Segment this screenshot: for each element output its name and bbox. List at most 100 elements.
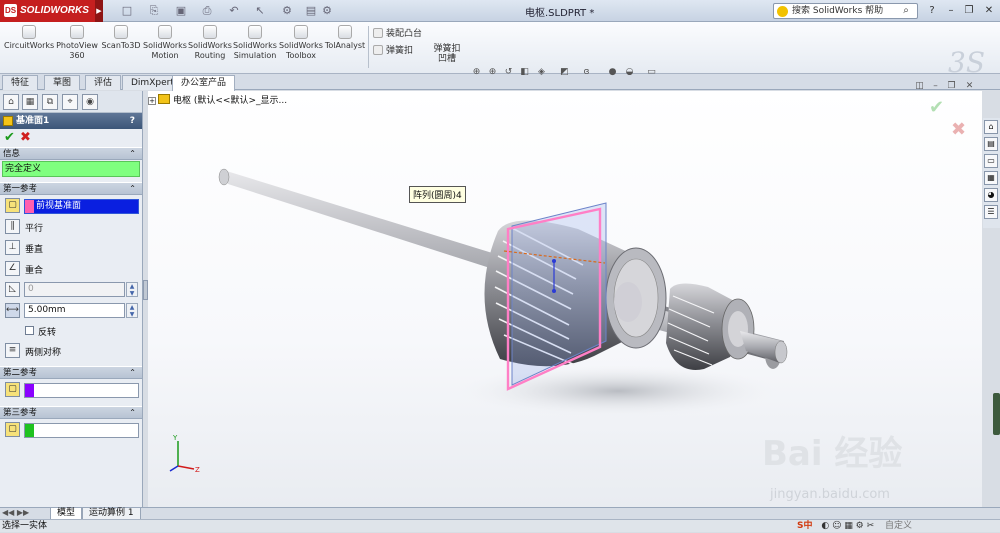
options-icon[interactable]: ⚙ [320,4,334,18]
dimxpert-manager-icon[interactable]: ⌖ [62,94,78,110]
new-document-icon[interactable]: □ [120,4,134,18]
collapse-icon[interactable]: ⌃ [129,407,136,419]
scanto3d-icon [114,25,128,39]
open-document-icon[interactable]: ⎘ [147,4,161,18]
perpendicular-option[interactable]: ⊥ 垂直 [0,237,142,258]
tab-sketch[interactable]: 草图 [44,75,81,90]
flip-checkbox[interactable] [25,326,34,335]
file-explorer-icon[interactable]: ▭ [984,154,998,168]
routing-button[interactable]: SolidWorks Routing [188,25,232,61]
collapse-icon[interactable]: ⌃ [129,148,136,160]
parallel-icon: ∥ [5,219,20,234]
hide-show-icon[interactable]: ɞ [581,67,592,78]
tab-office-products[interactable]: 办公室产品 [172,75,236,91]
document-title: 电枢.SLDPRT * [525,8,595,19]
resources-icon[interactable]: ⌂ [984,120,998,134]
display-style-icon[interactable]: ◩ [559,67,570,78]
close-icon[interactable]: ✕ [982,4,996,18]
section-title: 第三参考 [3,408,38,418]
ime-indicator[interactable]: S中 [797,521,812,531]
cmd-label: 弹簧扣 [386,46,414,56]
bottom-tabs: ◀◀ ▶▶ 模型 运动算例 1 [0,507,1000,520]
circuitworks-button[interactable]: CircuitWorks [4,25,54,51]
coincident-option[interactable]: ∠ 重合 [0,258,142,279]
file-properties-icon[interactable]: ▤ [304,4,318,18]
custom-properties-icon[interactable]: ☰ [984,205,998,219]
baidu-watermark: Bai 经验 [762,434,903,474]
restore-icon[interactable]: ❐ [962,4,976,18]
option-label: 平行 [25,224,44,234]
undo-icon[interactable]: ↶ [227,4,241,18]
view-palette-icon[interactable]: ▦ [984,171,998,185]
svg-text:Y: Y [172,434,178,442]
parallel-option[interactable]: ∥ 平行 [0,216,142,237]
property-manager-icon[interactable]: ▦ [22,94,38,110]
search-icon[interactable]: ⌕ [899,4,913,18]
help-icon[interactable]: ? [925,4,939,18]
section-title: 信息 [3,149,21,159]
tolanalyst-button[interactable]: TolAnalyst [324,25,366,51]
flip-row: 反转 [0,321,142,340]
cmd-label: 弹簧扣 凹槽 [433,44,461,64]
design-library-icon[interactable]: ▤ [984,137,998,151]
symmetric-option[interactable]: ≡ 两侧对称 [0,340,142,361]
display-manager-icon[interactable]: ◉ [82,94,98,110]
tab-features[interactable]: 特征 [2,75,39,90]
tab-evaluate[interactable]: 评估 [85,75,122,90]
select-arrow-icon[interactable]: ↖ [253,4,267,18]
toolbox-button[interactable]: SolidWorks Toolbox [279,25,323,61]
solidworks-logo[interactable]: DS SOLIDWORKS [0,0,95,22]
datum-plane-preview[interactable] [503,202,607,391]
third-reference-header[interactable]: 第三参考 ⌃ [0,406,142,419]
second-reference-header[interactable]: 第二参考 ⌃ [0,366,142,379]
routing-icon [203,25,217,39]
rebuild-icon[interactable]: ⚙ [280,4,294,18]
third-reference-selection[interactable] [24,423,139,438]
section-title: 第一参考 [3,184,38,194]
first-reference-header[interactable]: 第一参考 ⌃ [0,182,142,195]
side-scroll-tab[interactable] [993,393,1000,435]
help-button[interactable]: ? [130,113,135,129]
feature-manager-icon[interactable]: ⌂ [3,94,19,110]
info-section-header[interactable]: 信息 ⌃ [0,147,142,160]
scanto3d-button[interactable]: ScanTo3D [100,25,142,51]
snap-hook-groove-button[interactable]: 弹簧扣 凹槽 [428,44,466,64]
distance-spinner-icon[interactable]: ▲ ▼ [126,303,138,318]
snap-hook-button[interactable]: 弹簧扣 [373,43,413,56]
section-view-icon[interactable]: ◧ [519,67,530,78]
zoom-to-fit-icon[interactable]: ⊕ [471,67,482,78]
save-icon[interactable]: ▣ [174,4,188,18]
menu-expand-arrow-icon[interactable]: ▶ [95,0,103,22]
angle-spinner-icon[interactable]: ▲ ▼ [126,282,138,297]
assemble-boss-button[interactable]: 装配凸台 [373,26,422,39]
tab-scroll-arrows-icon[interactable]: ◀◀ ▶▶ [2,508,29,517]
minimize-icon[interactable]: – [944,4,958,18]
ok-icon[interactable]: ✔ [4,130,15,145]
cancel-icon[interactable]: ✖ [20,130,31,145]
angle-icon[interactable]: ◺ [5,282,20,297]
view-settings-icon[interactable]: ▭ [646,67,657,78]
configuration-manager-icon[interactable]: ⧉ [42,94,58,110]
appearances-icon[interactable]: ◕ [984,188,998,202]
collapse-icon[interactable]: ⌃ [129,367,136,379]
help-search-input[interactable]: 搜索 SolidWorks 帮助 [773,3,918,19]
view-orientation-icon[interactable]: ◈ [536,67,547,78]
previous-view-icon[interactable]: ↺ [503,67,514,78]
simulation-button[interactable]: SolidWorks Simulation [233,25,277,61]
pattern-tooltip: 阵列(圆周)4 [409,186,466,203]
appearance-icon[interactable]: ● [607,67,618,78]
scene-icon[interactable]: ◒ [624,67,635,78]
tray-icons[interactable]: ◐ ☺ ▦ ⚙ ✂ [821,521,874,531]
distance-input[interactable]: 5.00mm [24,303,125,318]
second-reference-selection[interactable] [24,383,139,398]
zoom-area-icon[interactable]: ⊕ [487,67,498,78]
first-reference-selection[interactable]: 前视基准面 [24,199,139,214]
motion-button[interactable]: SolidWorks Motion [143,25,187,61]
collapse-icon[interactable]: ⌃ [129,183,136,195]
photoview-button[interactable]: PhotoView 360 [56,25,98,61]
angle-input[interactable]: 0 [24,282,125,297]
custom-label[interactable]: 自定义 [885,521,912,531]
distance-icon[interactable]: ⟷ [5,303,20,318]
assemble-boss-icon [373,28,383,38]
print-icon[interactable]: ⎙ [200,4,214,18]
